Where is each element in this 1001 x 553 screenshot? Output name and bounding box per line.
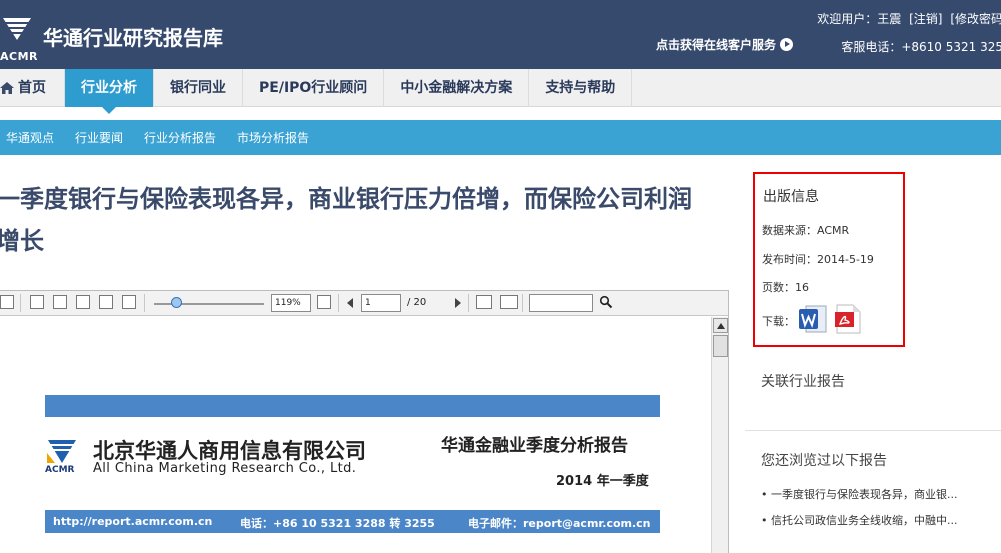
site-title[interactable]: 华通行业研究报告库 [43,22,223,51]
online-service-link[interactable]: 点击获得在线客户服务 [656,36,794,53]
nav-item-pe-ipo[interactable]: PE/IPO行业顾问 [243,69,385,107]
arrow-right-circle-icon [780,38,794,51]
download-label: 下载： [762,315,795,328]
subnav-item-news[interactable]: 行业要闻 [75,129,123,146]
service-phone: 客服电话：+8610 5321 325 [841,40,1001,54]
home-icon [0,82,14,94]
document-contact-band: http://report.acmr.com.cn 电话：+86 10 5321… [45,510,660,533]
thumbnails-icon[interactable] [76,295,90,309]
document-logo-text: ACMR [45,465,75,475]
viewer-search-input[interactable] [529,294,593,312]
article-title-line: 一季度银行与保险表现各异，商业银行压力倍增，而保险公司利润 [0,185,692,213]
document-email: 电子邮件：report@acmr.com.cn [468,517,651,530]
document-phone: 电话：+86 10 5321 3288 转 3255 [240,517,435,530]
page-number-input[interactable]: 1 [361,294,401,312]
document-company-name-en: All China Marketing Research Co., Ltd. [93,461,357,476]
scroll-up-icon[interactable] [713,318,728,333]
toolbar-divider [144,294,145,312]
publication-info-heading: 出版信息 [763,189,819,205]
viewed-report-link[interactable]: • 一季度银行与保险表现各异，商业银... [761,486,1001,502]
subnav-item-market-reports[interactable]: 市场分析报告 [237,129,309,146]
fit-height-icon[interactable] [122,295,136,309]
toolbar-divider [522,294,523,312]
sidebar-divider [745,430,1001,431]
page-total: / 20 [407,297,427,308]
nav-item-home[interactable]: 首页 [0,69,65,107]
document-header-band [45,395,660,417]
welcome-text: 欢迎用户：王震 [817,12,902,26]
document-period: 2014 年一季度 [556,474,649,489]
two-page-icon[interactable] [53,295,67,309]
nav-item-label: 首页 [18,80,46,96]
related-reports-heading: 关联行业报告 [761,374,845,390]
publish-time: 发布时间：2014-5-19 [762,253,874,266]
logout-link[interactable]: [注销] [909,12,942,26]
hand-tool-icon[interactable] [500,295,518,309]
online-service-label: 点击获得在线客户服务 [656,38,777,52]
prev-page-icon[interactable] [347,298,353,308]
pdf-download-icon[interactable] [835,304,861,334]
word-download-icon[interactable] [798,304,828,334]
toolbar-divider [338,294,339,312]
subnav-item-industry-reports[interactable]: 行业分析报告 [144,129,216,146]
data-source: 数据来源：ACMR [762,224,850,237]
next-page-icon[interactable] [455,298,461,308]
page-count: 页数：16 [762,281,809,294]
viewer-scrollbar[interactable] [711,317,728,553]
nav-item-support[interactable]: 支持与帮助 [529,69,633,107]
user-bar: 欢迎用户：王震 [注销] [修改密码 [813,10,1001,27]
logo-text: ACMR [0,50,39,63]
fullscreen-icon[interactable] [317,295,331,309]
single-page-icon[interactable] [30,295,44,309]
page: ACMR 华通行业研究报告库 欢迎用户：王震 [注销] [修改密码 点击获得在线… [0,0,1001,553]
viewer-toolbar: 119% 1 / 20 [0,291,728,316]
toolbar-divider [20,294,21,312]
publication-info-box: 出版信息 数据来源：ACMR 发布时间：2014-5-19 页数：16 下载： [753,172,905,347]
article-title: 一季度银行与保险表现各异，商业银行压力倍增，而保险公司利润 增长 [0,178,736,262]
article-title-line: 增长 [0,227,44,255]
zoom-slider-handle[interactable] [171,297,182,308]
nav-item-sme-finance[interactable]: 中小金融解决方案 [384,69,530,107]
nav-item-industry-analysis[interactable]: 行业分析 [65,69,154,114]
subnav-item-viewpoint[interactable]: 华通观点 [6,129,54,146]
print-icon[interactable] [0,295,14,309]
viewed-reports-heading: 您还浏览过以下报告 [761,453,887,469]
sub-nav: 华通观点 行业要闻 行业分析报告 市场分析报告 [0,120,1001,155]
fit-width-icon[interactable] [99,295,113,309]
text-select-icon[interactable] [476,295,492,309]
nav-item-interbank[interactable]: 银行同业 [154,69,243,107]
document-page: ACMR 北京华通人商用信息有限公司 All China Marketing R… [0,317,711,553]
acmr-logo-icon [3,18,31,40]
change-password-link[interactable]: [修改密码 [950,12,1001,26]
search-icon[interactable] [599,295,613,309]
site-header: ACMR 华通行业研究报告库 欢迎用户：王震 [注销] [修改密码 点击获得在线… [0,0,1001,69]
toolbar-divider [468,294,469,312]
main-nav: 首页 行业分析 银行同业 PE/IPO行业顾问 中小金融解决方案 支持与帮助 [0,69,1001,114]
scroll-thumb[interactable] [713,335,728,357]
pdf-viewer: 119% 1 / 20 ACMR 北京华通人商用信息有限公司 All China… [0,290,729,553]
document-report-title: 华通金融业季度分析报告 [441,436,628,456]
zoom-input[interactable]: 119% [271,294,311,312]
document-url: http://report.acmr.com.cn [53,515,213,528]
viewed-report-link[interactable]: • 信托公司政信业务全线收缩，中融中... [761,512,1001,528]
acmr-logo-icon [47,440,76,463]
